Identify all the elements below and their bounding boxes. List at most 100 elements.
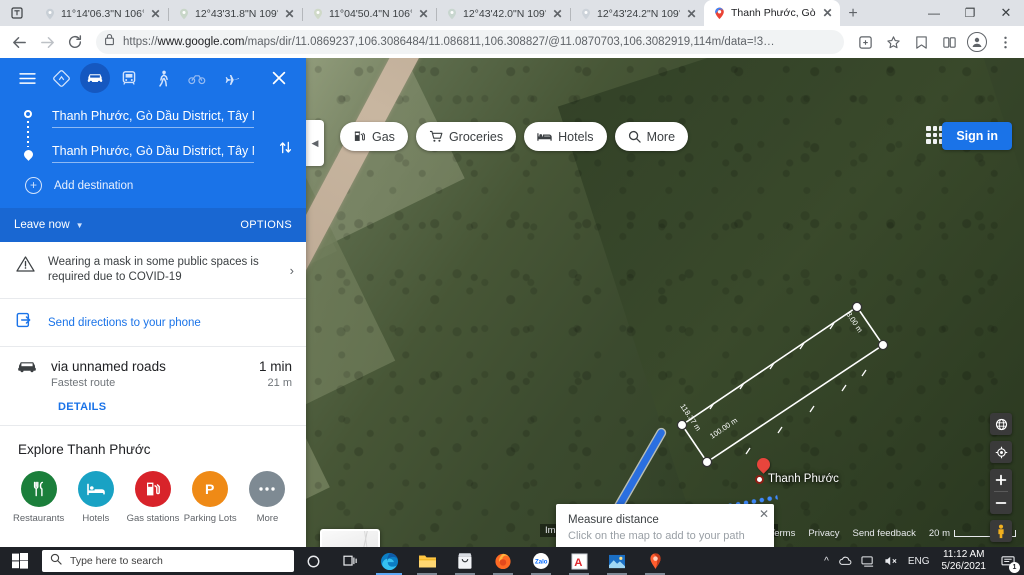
send-directions-label: Send directions to your phone bbox=[48, 316, 201, 329]
tab-close-icon[interactable]: ✕ bbox=[821, 7, 834, 20]
volume-muted-icon[interactable] bbox=[884, 555, 899, 567]
chip-more[interactable]: More bbox=[614, 122, 689, 151]
chevron-right-icon: › bbox=[289, 262, 294, 278]
options-button[interactable]: OPTIONS bbox=[240, 219, 292, 231]
explore-item-restaurants[interactable]: Restaurants bbox=[10, 471, 67, 524]
browser-tab-active[interactable]: Thanh Phước, Gò Dầu ✕ bbox=[704, 0, 840, 26]
address-bar[interactable]: https://www.google.com/maps/dir/11.08692… bbox=[96, 30, 844, 54]
network-icon[interactable] bbox=[861, 555, 875, 568]
task-view-button[interactable] bbox=[332, 547, 370, 575]
browser-tab[interactable]: 12°43'42.0"N 109°15' ✕ bbox=[436, 2, 570, 26]
street-view-person-icon[interactable] bbox=[990, 520, 1012, 542]
tray-chevron-icon[interactable]: ^ bbox=[824, 556, 829, 567]
more-dots-icon bbox=[249, 471, 286, 507]
leave-now-dropdown[interactable]: Leave now ▼ bbox=[14, 219, 84, 231]
explore-item-more[interactable]: More bbox=[239, 471, 296, 524]
reload-icon[interactable] bbox=[62, 29, 88, 55]
new-tab-button[interactable]: + bbox=[840, 2, 866, 26]
chrome-canary-button[interactable] bbox=[636, 547, 674, 575]
tab-close-icon[interactable]: ✕ bbox=[283, 8, 296, 21]
cortana-button[interactable] bbox=[294, 547, 332, 575]
browser-tab[interactable]: 11°14'06.3"N 106°19' ✕ bbox=[34, 2, 168, 26]
chevron-down-icon: ▼ bbox=[75, 220, 84, 230]
photos-button[interactable] bbox=[598, 547, 636, 575]
notifications-icon[interactable]: 1 bbox=[998, 551, 1020, 573]
favorites-icon[interactable] bbox=[908, 29, 934, 55]
explore-item-label: Gas stations bbox=[126, 513, 180, 524]
windows-search-box[interactable]: Type here to search bbox=[42, 550, 294, 572]
menu-icon[interactable] bbox=[12, 63, 42, 93]
origin-input[interactable]: Thanh Phước, Gò Dầu District, Tây Ninh bbox=[52, 104, 254, 128]
mode-best-route-icon[interactable] bbox=[46, 63, 76, 93]
window-close-button[interactable]: ✕ bbox=[988, 0, 1024, 26]
measure-hint: Click on the map to add to your path bbox=[568, 530, 745, 542]
add-destination-button[interactable]: + Add destination bbox=[25, 177, 294, 194]
window-restore-button[interactable]: ❐ bbox=[952, 0, 988, 26]
target-icon[interactable] bbox=[990, 441, 1012, 463]
browser-menu-icon[interactable] bbox=[992, 29, 1018, 55]
footer-link-privacy[interactable]: Privacy bbox=[808, 528, 839, 539]
windows-logo-icon[interactable] bbox=[0, 547, 40, 575]
browser-window: 11°14'06.3"N 106°19' ✕ 12°43'31.8"N 109°… bbox=[0, 0, 1024, 575]
explore-item-gas-stations[interactable]: Gas stations bbox=[124, 471, 181, 524]
explore-item-hotels[interactable]: Hotels bbox=[67, 471, 124, 524]
autocad-button[interactable]: A bbox=[560, 547, 598, 575]
location-pin-icon bbox=[579, 8, 592, 21]
zoom-in-button[interactable] bbox=[990, 469, 1012, 491]
window-minimize-button[interactable]: — bbox=[916, 0, 952, 26]
place-pin-marker[interactable] bbox=[754, 455, 773, 474]
explore-title: Explore Thanh Phước bbox=[18, 442, 151, 457]
sign-in-button[interactable]: Sign in bbox=[942, 122, 1012, 150]
map-type-button[interactable]: Map bbox=[320, 529, 380, 547]
tab-search-icon[interactable] bbox=[0, 0, 34, 26]
profile-avatar[interactable] bbox=[964, 29, 990, 55]
notification-count: 1 bbox=[1009, 562, 1020, 573]
mode-walking-icon[interactable] bbox=[148, 63, 178, 93]
language-indicator[interactable]: ENG bbox=[908, 556, 930, 567]
footer-link-send-feedback[interactable]: Send feedback bbox=[852, 528, 915, 539]
mode-driving-icon[interactable] bbox=[80, 63, 110, 93]
forward-arrow-icon[interactable] bbox=[34, 29, 60, 55]
measure-close-icon[interactable]: ✕ bbox=[759, 507, 769, 521]
car-icon bbox=[16, 359, 38, 379]
explore-item-parking-lots[interactable]: P Parking Lots bbox=[182, 471, 239, 524]
taskbar-clock[interactable]: 11:12 AM 5/26/2021 bbox=[939, 549, 990, 573]
mode-flights-icon[interactable] bbox=[216, 63, 246, 93]
route-result-row[interactable]: via unnamed roads 1 min Fastest route 21… bbox=[0, 347, 306, 426]
tab-close-icon[interactable]: ✕ bbox=[149, 8, 162, 21]
mode-transit-icon[interactable] bbox=[114, 63, 144, 93]
browser-tab[interactable]: 12°43'31.8"N 109°15' ✕ bbox=[168, 2, 302, 26]
chip-gas[interactable]: Gas bbox=[340, 122, 408, 151]
zalo-button[interactable]: Zalo bbox=[522, 547, 560, 575]
swap-route-icon[interactable] bbox=[274, 136, 296, 158]
tab-close-icon[interactable]: ✕ bbox=[685, 8, 698, 21]
zoom-out-button[interactable] bbox=[990, 492, 1012, 514]
send-directions-row[interactable]: Send directions to your phone bbox=[0, 299, 306, 347]
shopping-cart-icon bbox=[429, 130, 443, 143]
covid-notice[interactable]: Wearing a mask in some public spaces is … bbox=[0, 242, 306, 299]
collections-icon[interactable] bbox=[936, 29, 962, 55]
browser-tab[interactable]: 11°04'50.4"N 106°18' ✕ bbox=[302, 2, 436, 26]
place-label-group[interactable]: Thanh Phước bbox=[755, 473, 839, 485]
share-icon[interactable] bbox=[852, 29, 878, 55]
chip-groceries[interactable]: Groceries bbox=[415, 122, 517, 151]
microsoft-store-button[interactable] bbox=[446, 547, 484, 575]
mode-cycling-icon[interactable] bbox=[182, 63, 212, 93]
close-directions-button[interactable] bbox=[264, 63, 294, 93]
tab-close-icon[interactable]: ✕ bbox=[551, 8, 564, 21]
globe-icon[interactable] bbox=[990, 413, 1012, 435]
back-arrow-icon[interactable] bbox=[6, 29, 32, 55]
chip-hotels[interactable]: Hotels bbox=[524, 122, 607, 151]
route-details-button[interactable]: DETAILS bbox=[58, 401, 292, 413]
browser-tab[interactable]: 12°43'24.2"N 109°15' ✕ bbox=[570, 2, 704, 26]
file-explorer-button[interactable] bbox=[408, 547, 446, 575]
collapse-panel-button[interactable]: ◀ bbox=[306, 120, 324, 166]
destination-input[interactable]: Thanh Phước, Gò Dầu District, Tây Ninh bbox=[52, 139, 254, 163]
bookmark-star-icon[interactable] bbox=[880, 29, 906, 55]
firefox-button[interactable] bbox=[484, 547, 522, 575]
microsoft-edge-button[interactable] bbox=[370, 547, 408, 575]
onedrive-icon[interactable] bbox=[838, 555, 852, 567]
tab-close-icon[interactable]: ✕ bbox=[417, 8, 430, 21]
measure-distance-panel[interactable]: ✕ Measure distance Click on the map to a… bbox=[556, 504, 774, 547]
explore-item-label: Restaurants bbox=[12, 513, 65, 524]
